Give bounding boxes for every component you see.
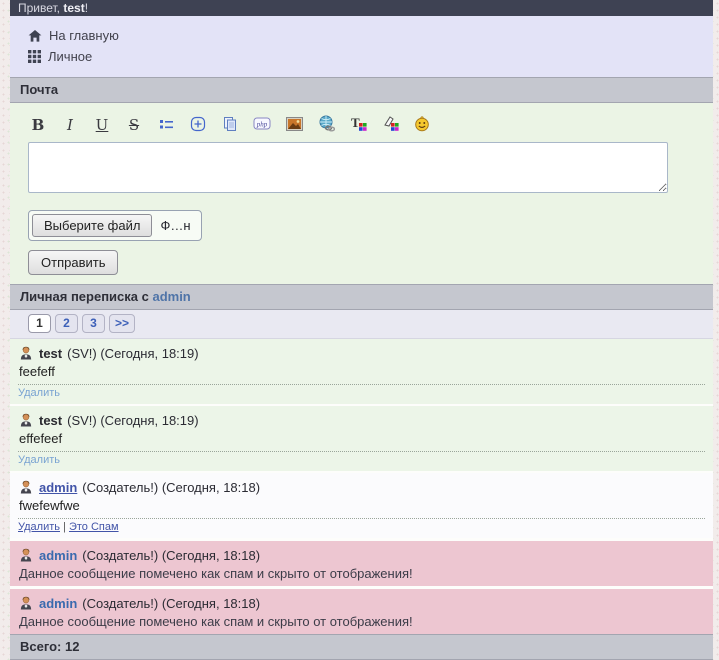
strikethrough-icon: S: [129, 116, 139, 134]
message-author[interactable]: admin: [39, 480, 77, 495]
message-actions: Удалить: [18, 384, 705, 400]
format-toolbar: B I U S php T: [28, 114, 695, 136]
page-button[interactable]: 1: [28, 314, 51, 333]
greeting-username: test: [63, 1, 84, 15]
conversation-header: Личная переписка с admin: [10, 284, 713, 310]
delete-link[interactable]: Удалить: [18, 454, 60, 466]
user-avatar-icon: [18, 345, 34, 361]
message-textarea[interactable]: [28, 142, 668, 193]
user-avatar-icon: [18, 547, 34, 563]
file-status-text: Ф…н: [160, 218, 190, 233]
user-avatar-icon: [18, 479, 34, 495]
format-bold-button[interactable]: B: [28, 115, 48, 135]
nav-home-link[interactable]: На главную: [28, 25, 713, 46]
link-icon: [318, 115, 335, 135]
message-body: fwefewfwe: [19, 497, 705, 514]
nav-personal-label: Личное: [48, 49, 92, 64]
greeting-suffix: !: [85, 1, 88, 15]
italic-icon: I: [67, 116, 73, 134]
plus-circle-icon: [190, 116, 206, 135]
pagination-next-button[interactable]: >>: [109, 314, 135, 333]
message-list: test (SV!) (Сегодня, 18:19) feefeff Удал…: [10, 339, 713, 634]
file-input[interactable]: Выберите файл Ф…н: [28, 210, 202, 241]
message-meta: (SV!) (Сегодня, 18:19): [67, 346, 198, 361]
user-avatar-icon: [18, 412, 34, 428]
greeting-prefix: Привет,: [18, 1, 63, 15]
send-button[interactable]: Отправить: [28, 250, 118, 275]
mail-section-title: Почта: [20, 82, 58, 97]
image-icon: [286, 117, 303, 134]
page-button[interactable]: 2: [55, 314, 78, 333]
message-header: admin (Создатель!) (Сегодня, 18:18): [18, 478, 705, 496]
home-icon: [28, 29, 42, 43]
list-button[interactable]: [156, 115, 176, 135]
list-icon: [159, 118, 173, 133]
message-header: test (SV!) (Сегодня, 18:19): [18, 411, 705, 429]
message-row: test (SV!) (Сегодня, 18:19) effefeef Уда…: [10, 406, 713, 471]
message-actions: Удалить: [18, 451, 705, 467]
message-author: test: [39, 346, 62, 361]
conversation-title: Личная переписка с: [20, 289, 152, 304]
svg-text:php: php: [256, 121, 268, 129]
message-header: test (SV!) (Сегодня, 18:19): [18, 344, 705, 362]
mail-section-header: Почта: [10, 77, 713, 103]
message-row: admin (Создатель!) (Сегодня, 18:18) fwef…: [10, 473, 713, 538]
copy-icon: [222, 116, 238, 135]
message-actions: Удалить | Это Спам: [18, 518, 705, 534]
format-underline-button[interactable]: U: [92, 115, 112, 135]
message-row: admin (Создатель!) (Сегодня, 18:18) Данн…: [10, 541, 713, 586]
peer-link[interactable]: admin: [152, 289, 190, 304]
message-row: test (SV!) (Сегодня, 18:19) feefeff Удал…: [10, 339, 713, 404]
nav-home-label: На главную: [49, 28, 119, 43]
delete-link[interactable]: Удалить: [18, 521, 60, 533]
user-avatar-icon: [18, 595, 34, 611]
message-author[interactable]: admin: [39, 596, 77, 611]
choose-file-button[interactable]: Выберите файл: [32, 214, 152, 237]
spam-link[interactable]: Это Спам: [69, 521, 119, 533]
nav-personal-link[interactable]: Личное: [28, 46, 713, 67]
insert-plus-button[interactable]: [188, 115, 208, 135]
text-color-icon: T: [350, 115, 367, 135]
message-row: admin (Создатель!) (Сегодня, 18:18) Данн…: [10, 589, 713, 634]
message-body: effefeef: [19, 430, 705, 447]
format-italic-button[interactable]: I: [60, 115, 80, 135]
message-meta: (Создатель!) (Сегодня, 18:18): [82, 480, 260, 495]
svg-text:T: T: [351, 115, 360, 130]
format-strikethrough-button[interactable]: S: [124, 115, 144, 135]
total-label: Всего: 12: [20, 639, 79, 654]
message-body: Данное сообщение помечено как спам и скр…: [19, 613, 705, 630]
message-author[interactable]: admin: [39, 548, 77, 563]
grid-icon: [28, 50, 41, 63]
text-color-button[interactable]: T: [348, 115, 368, 135]
total-bar: Всего: 12: [10, 634, 713, 660]
message-header: admin (Создатель!) (Сегодня, 18:18): [18, 546, 705, 564]
php-code-button[interactable]: php: [252, 115, 272, 135]
image-button[interactable]: [284, 115, 304, 135]
page-button[interactable]: 3: [82, 314, 105, 333]
message-author: test: [39, 413, 62, 428]
php-icon: php: [253, 116, 271, 134]
message-meta: (SV!) (Сегодня, 18:19): [67, 413, 198, 428]
message-body: feefeff: [19, 363, 705, 380]
compose-form: B I U S php T Выберите файл Ф…н Отправит…: [10, 103, 713, 284]
message-meta: (Создатель!) (Сегодня, 18:18): [82, 596, 260, 611]
smiley-button[interactable]: [412, 115, 432, 135]
greeting-bar: Привет, test!: [10, 0, 713, 16]
fill-color-icon: [382, 115, 399, 135]
message-meta: (Создатель!) (Сегодня, 18:18): [82, 548, 260, 563]
main-panel: Привет, test! На главную Личное Почта B …: [10, 0, 713, 660]
action-separator: |: [60, 521, 69, 533]
fill-color-button[interactable]: [380, 115, 400, 135]
link-button[interactable]: [316, 115, 336, 135]
delete-link[interactable]: Удалить: [18, 387, 60, 399]
message-header: admin (Создатель!) (Сегодня, 18:18): [18, 594, 705, 612]
main-nav: На главную Личное: [10, 16, 713, 77]
pagination-top: 123>>: [10, 310, 713, 339]
smiley-icon: [414, 115, 430, 135]
message-body: Данное сообщение помечено как спам и скр…: [19, 565, 705, 582]
underline-icon: U: [96, 116, 109, 134]
copy-button[interactable]: [220, 115, 240, 135]
bold-icon: B: [32, 116, 45, 134]
